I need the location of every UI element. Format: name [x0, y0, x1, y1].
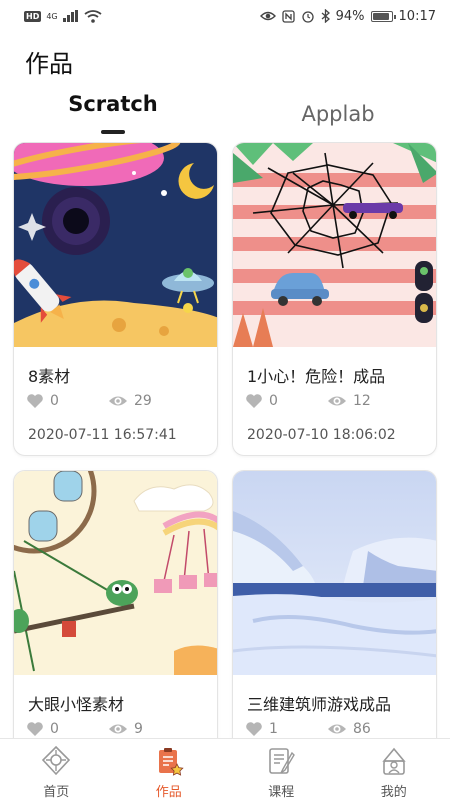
eye-icon: [109, 396, 127, 406]
eye-icon: [328, 396, 346, 406]
work-card[interactable]: 大眼小怪素材 0 9: [13, 470, 218, 738]
like-count[interactable]: 1: [245, 721, 278, 737]
hd-badge: HD: [24, 10, 42, 22]
battery-icon: [370, 10, 396, 22]
nav-course-label: 课程: [268, 785, 295, 800]
like-count[interactable]: 0: [26, 393, 59, 409]
work-title: 三维建筑师游戏成品: [247, 695, 392, 714]
page-title: 作品: [25, 50, 73, 78]
eye-comfort-icon: [259, 11, 276, 21]
nav-home[interactable]: 首页: [0, 739, 113, 800]
work-stats: 0 12: [245, 393, 425, 413]
cellular-signal-icon: [62, 10, 78, 22]
work-thumbnail-icy-landscape: [233, 471, 436, 675]
heart-icon: [246, 722, 262, 736]
eye-icon: [328, 724, 346, 734]
view-count: 29: [108, 393, 152, 409]
work-stats: 0 9: [26, 721, 206, 738]
works-icon: [158, 748, 184, 776]
work-title: 1小心！危险！成品: [247, 367, 386, 386]
nav-works-label: 作品: [155, 785, 182, 800]
nav-works[interactable]: 作品: [113, 739, 226, 800]
like-count-value: 1: [269, 721, 278, 737]
work-card[interactable]: 三维建筑师游戏成品 1 86: [232, 470, 437, 738]
work-thumbnail-space: [14, 143, 217, 347]
view-count-value: 86: [353, 721, 371, 737]
wifi-icon: [84, 9, 102, 23]
works-grid: 8素材 0 29 2020-07-11 16:57:41 1小心！危险！成品 0…: [0, 142, 450, 738]
like-count-value: 0: [269, 393, 278, 409]
view-count-value: 9: [134, 721, 143, 737]
work-card[interactable]: 8素材 0 29 2020-07-11 16:57:41: [13, 142, 218, 456]
work-date: 2020-07-11 16:57:41: [28, 427, 177, 443]
network-type: 4G: [46, 11, 58, 21]
eye-icon: [109, 724, 127, 734]
heart-icon: [246, 394, 262, 408]
view-count: 86: [327, 721, 371, 737]
work-date: 2020-07-10 18:06:02: [247, 427, 396, 443]
work-thumbnail-cracked-screen: [233, 143, 436, 347]
home-icon: [42, 745, 71, 776]
tab-bar: Scratch Applab: [0, 92, 450, 136]
view-count-value: 12: [353, 393, 371, 409]
nav-profile[interactable]: 我的: [338, 739, 450, 800]
work-title: 大眼小怪素材: [28, 695, 125, 714]
bottom-nav: 首页 作品 课程 我的: [0, 738, 450, 800]
nfc-icon: [281, 9, 295, 23]
work-stats: 0 29: [26, 393, 206, 413]
work-title: 8素材: [28, 367, 71, 386]
course-icon: [269, 748, 296, 774]
status-bar: HD 4G 94% 10:17: [0, 0, 450, 32]
view-count: 12: [327, 393, 371, 409]
alarm-icon: [301, 11, 314, 23]
heart-icon: [27, 394, 43, 408]
clock: 10:17: [398, 8, 436, 24]
nav-course[interactable]: 课程: [225, 739, 338, 800]
tab-active-indicator: [101, 130, 125, 134]
tab-scratch[interactable]: Scratch: [43, 92, 183, 116]
like-count[interactable]: 0: [245, 393, 278, 409]
profile-icon: [382, 747, 406, 775]
like-count[interactable]: 0: [26, 721, 59, 737]
view-count: 9: [108, 721, 143, 737]
work-card[interactable]: 1小心！危险！成品 0 12 2020-07-10 18:06:02: [232, 142, 437, 456]
tab-applab[interactable]: Applab: [268, 102, 408, 126]
work-stats: 1 86: [245, 721, 425, 738]
nav-profile-label: 我的: [380, 785, 407, 800]
like-count-value: 0: [50, 393, 59, 409]
heart-icon: [27, 722, 43, 736]
like-count-value: 0: [50, 721, 59, 737]
bluetooth-icon: [321, 9, 330, 23]
work-thumbnail-ferris-wheel: [14, 471, 217, 675]
view-count-value: 29: [134, 393, 152, 409]
battery-percent: 94%: [335, 8, 365, 24]
nav-home-label: 首页: [43, 785, 70, 800]
